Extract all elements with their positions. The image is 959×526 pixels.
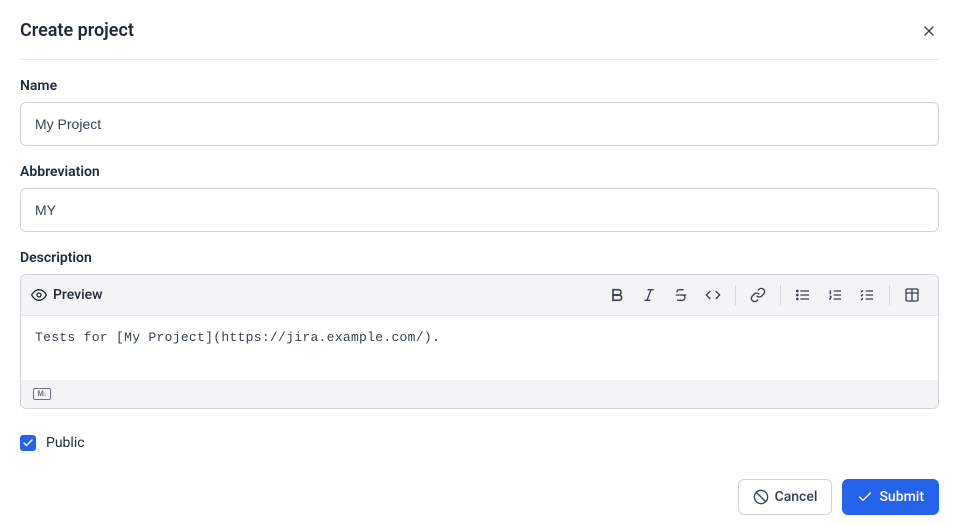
- check-icon: [22, 437, 34, 449]
- strikethrough-icon: [673, 287, 689, 303]
- strikethrough-button[interactable]: [667, 281, 695, 309]
- ordered-list-button[interactable]: [821, 281, 849, 309]
- table-button[interactable]: [898, 281, 926, 309]
- close-icon: [921, 23, 937, 39]
- link-icon: [750, 287, 766, 303]
- code-button[interactable]: [699, 281, 727, 309]
- toolbar-separator: [889, 285, 890, 305]
- editor-toolbar: Preview: [21, 275, 938, 316]
- markdown-icon: M↓: [33, 388, 51, 400]
- name-input[interactable]: [20, 102, 939, 146]
- preview-button[interactable]: Preview: [31, 287, 103, 303]
- description-editor: Preview: [20, 274, 939, 409]
- checklist-icon: [859, 287, 875, 303]
- submit-label: Submit: [879, 489, 924, 505]
- toolbar-separator: [780, 285, 781, 305]
- check-icon: [857, 489, 873, 505]
- description-label: Description: [20, 250, 939, 266]
- public-checkbox[interactable]: [20, 435, 36, 451]
- close-button[interactable]: [919, 21, 939, 41]
- abbreviation-label: Abbreviation: [20, 164, 939, 180]
- cancel-label: Cancel: [775, 489, 818, 505]
- description-textarea[interactable]: [21, 316, 938, 376]
- checklist-button[interactable]: [853, 281, 881, 309]
- cancel-button[interactable]: Cancel: [738, 479, 833, 515]
- italic-button[interactable]: [635, 281, 663, 309]
- bold-button[interactable]: [603, 281, 631, 309]
- description-field: Description Preview: [20, 250, 939, 409]
- dialog-title: Create project: [20, 20, 134, 41]
- name-field: Name: [20, 78, 939, 146]
- name-label: Name: [20, 78, 939, 94]
- list-ul-icon: [795, 287, 811, 303]
- public-label: Public: [46, 435, 85, 451]
- dialog-footer: Cancel Submit: [20, 479, 939, 515]
- abbreviation-field: Abbreviation: [20, 164, 939, 232]
- cancel-icon: [753, 489, 769, 505]
- dialog-header: Create project: [20, 20, 939, 60]
- code-icon: [705, 287, 721, 303]
- public-field: Public: [20, 435, 939, 451]
- table-icon: [904, 287, 920, 303]
- italic-icon: [641, 287, 657, 303]
- unordered-list-button[interactable]: [789, 281, 817, 309]
- toolbar-separator: [735, 285, 736, 305]
- submit-button[interactable]: Submit: [842, 479, 939, 515]
- bold-icon: [609, 287, 625, 303]
- eye-icon: [31, 287, 47, 303]
- list-ol-icon: [827, 287, 843, 303]
- editor-footer: M↓: [21, 380, 938, 408]
- preview-label: Preview: [53, 287, 103, 303]
- abbreviation-input[interactable]: [20, 188, 939, 232]
- link-button[interactable]: [744, 281, 772, 309]
